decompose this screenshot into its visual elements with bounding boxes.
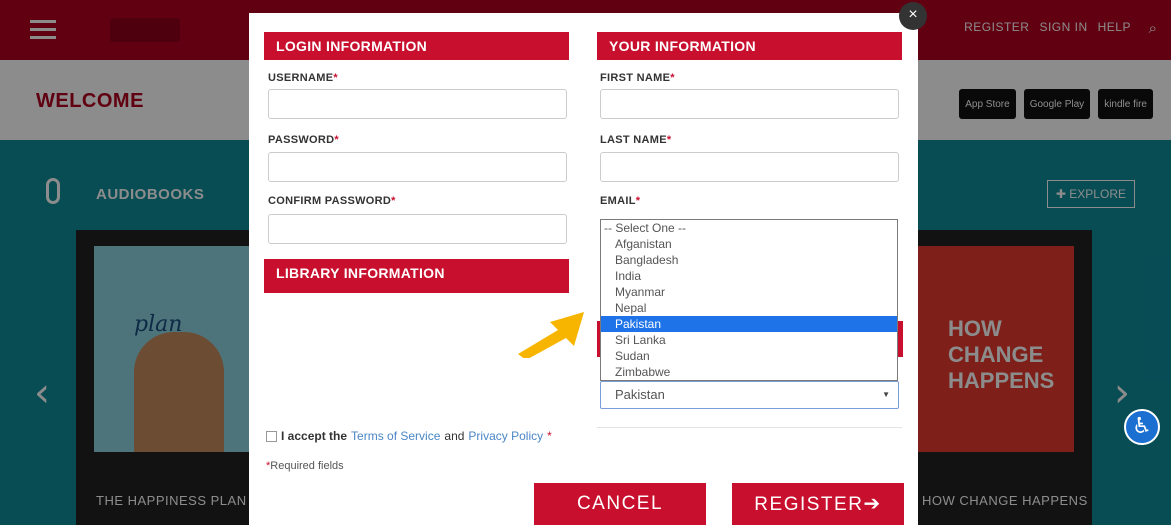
username-label: USERNAME* [268,72,338,84]
dropdown-option[interactable]: Sri Lanka [601,332,897,348]
first-name-label: FIRST NAME* [600,72,675,84]
country-dropdown-list[interactable]: -- Select One -- Afganistan Bangladesh I… [600,219,898,381]
dropdown-option[interactable]: Afganistan [601,236,897,252]
terms-of-service-link[interactable]: Terms of Service [351,429,440,443]
privacy-policy-link[interactable]: Privacy Policy [468,429,543,443]
first-name-field[interactable] [600,89,899,119]
registration-modal: LOGIN INFORMATION USERNAME* PASSWORD* CO… [249,13,918,525]
your-information-header: YOUR INFORMATION [597,32,902,60]
required-mark: * [547,429,552,443]
email-label: EMAIL* [600,195,641,207]
terms-row: I accept the Terms of Service and Privac… [266,429,552,443]
dropdown-option[interactable]: Bangladesh [601,252,897,268]
register-label: REGISTER [754,494,864,515]
dropdown-option[interactable]: Myanmar [601,284,897,300]
confirm-password-label: CONFIRM PASSWORD* [268,195,396,207]
dropdown-option[interactable]: -- Select One -- [601,220,897,236]
divider [597,427,902,428]
close-modal-button[interactable]: × [899,2,927,30]
login-information-header: LOGIN INFORMATION [264,32,569,60]
password-label: PASSWORD* [268,134,339,146]
accept-terms-text: I accept the [281,429,348,443]
last-name-field[interactable] [600,152,899,182]
dropdown-option[interactable]: Sudan [601,348,897,364]
password-field[interactable] [268,152,567,182]
dropdown-option[interactable]: Nepal [601,300,897,316]
accept-terms-checkbox[interactable] [266,430,277,442]
annotation-arrow-icon [518,312,584,358]
dropdown-option[interactable]: India [601,268,897,284]
accessibility-icon[interactable]: ♿ [1124,409,1160,445]
country-select[interactable]: Pakistan ▼ [600,381,899,409]
last-name-label: LAST NAME* [600,134,672,146]
confirm-password-field[interactable] [268,214,567,244]
country-select-value: Pakistan [615,387,665,402]
register-button[interactable]: REGISTER➔ [732,483,904,525]
required-fields-note: *Required fields [266,460,344,472]
chevron-down-icon: ▼ [882,390,890,399]
username-field[interactable] [268,89,567,119]
terms-and-text: and [444,429,465,443]
arrow-right-icon: ➔ [863,493,882,515]
library-information-header: LIBRARY INFORMATION [264,259,569,293]
dropdown-option[interactable]: Zimbabwe [601,364,897,380]
dropdown-option-highlighted[interactable]: Pakistan [601,316,897,332]
cancel-button[interactable]: CANCEL [534,483,706,525]
